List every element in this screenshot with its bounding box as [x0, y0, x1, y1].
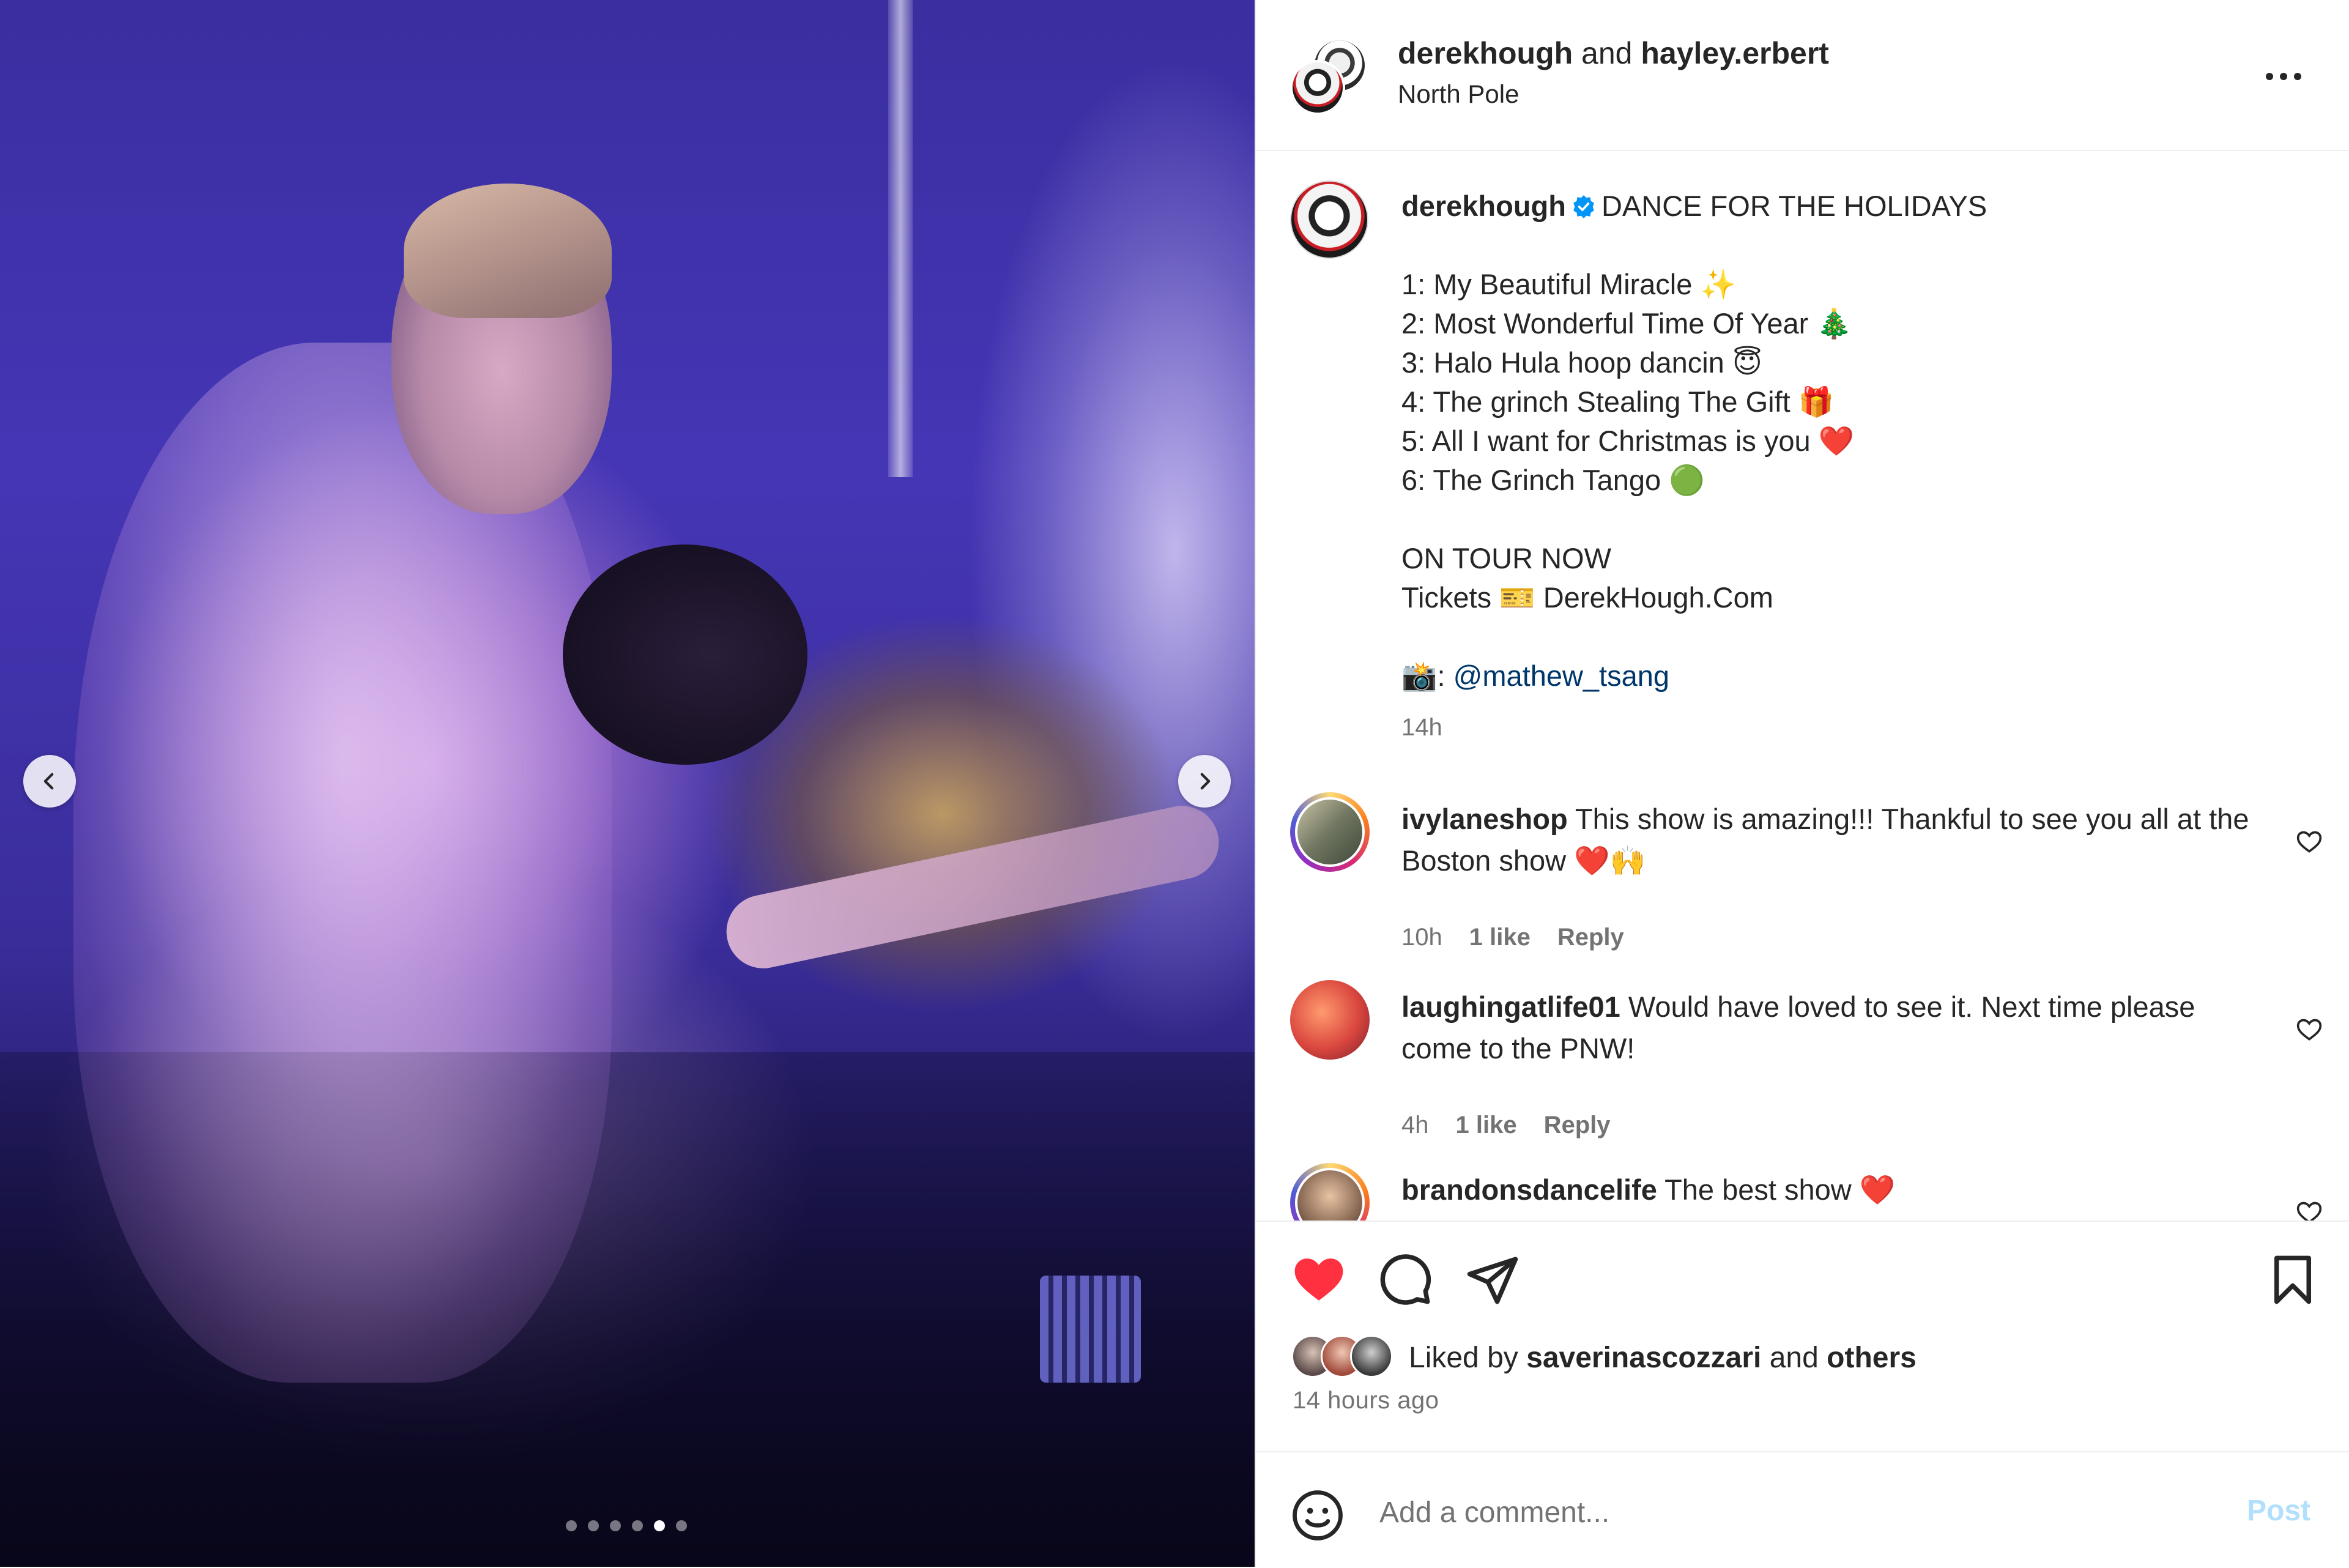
caption-list-item: 2: Most Wonderful Time Of Year 🎄 [1401, 307, 1852, 340]
comment-body: The best show ❤️ [1664, 1173, 1896, 1206]
caption-list-item: 1: My Beautiful Miracle ✨ [1401, 268, 1736, 300]
emoji-smiley-icon[interactable] [1290, 1488, 1345, 1543]
caption-time: 14h [1401, 714, 1442, 741]
caption-username[interactable]: derekhough [1401, 190, 1566, 222]
post-actions: Liked by saverinascozzari and others 14 … [1256, 1221, 2349, 1452]
comment-time: 10h [1401, 924, 1442, 951]
carousel-dot [654, 1520, 665, 1531]
comment-text: ivylaneshop This show is amazing!!! Than… [1401, 798, 2258, 882]
comment-username[interactable]: brandonsdancelife [1401, 1173, 1657, 1206]
comment-composer: Post [1256, 1451, 2349, 1568]
liked-by-avatars [1291, 1335, 1408, 1378]
comment-meta: 4h 1 like Reply [1401, 1112, 1611, 1139]
liked-by-text[interactable]: Liked by saverinascozzari and others [1409, 1341, 1917, 1375]
carousel-prev-button[interactable] [23, 755, 76, 808]
more-horizontal-icon [2266, 73, 2301, 80]
post-header: derekhough and hayley.erbert North Pole [1256, 0, 2349, 151]
like-comment-heart-icon[interactable] [2296, 1200, 2323, 1221]
avatar[interactable] [1290, 792, 1370, 872]
comment-time: 4h [1401, 1112, 1429, 1139]
caption-list-item: 5: All I want for Christmas is you ❤️ [1401, 425, 1855, 457]
stage-pole [888, 0, 913, 477]
author-link[interactable]: hayley.erbert [1641, 36, 1829, 70]
save-bookmark-icon[interactable] [2265, 1252, 2320, 1307]
liked-by-conjunction: and [1769, 1342, 1819, 1374]
carousel-dot [588, 1520, 599, 1531]
caption-list-item: 6: The Grinch Tango 🟢 [1401, 464, 1705, 496]
avatar [1290, 60, 1345, 115]
avatar[interactable] [1290, 180, 1368, 259]
comments-scroll-area[interactable]: derekhough DANCE FOR THE HOLIDAYS 1: My B… [1256, 150, 2349, 1221]
more-options-button[interactable] [2265, 56, 2302, 81]
comment-username[interactable]: laughingatlife01 [1401, 990, 1620, 1023]
mention-link[interactable]: @mathew_tsang [1453, 660, 1669, 692]
led-panel [1040, 1276, 1141, 1383]
carousel-indicator [566, 1520, 687, 1531]
liked-by-prefix: Liked by [1409, 1342, 1518, 1374]
like-comment-heart-icon[interactable] [2296, 829, 2323, 856]
caption-tour-line: ON TOUR NOW [1401, 542, 1611, 574]
caption-list-item: 4: The grinch Stealing The Gift 🎁 [1401, 385, 1835, 418]
partner-arm [719, 799, 1226, 975]
caption-credit-prefix: 📸: [1401, 660, 1453, 692]
partner-head [563, 544, 807, 765]
share-send-icon[interactable] [1465, 1252, 1520, 1307]
author-conjunction: and [1581, 36, 1633, 70]
chevron-left-icon [43, 773, 54, 790]
chevron-right-icon [1200, 773, 1211, 790]
like-comment-heart-icon[interactable] [2296, 1017, 2323, 1044]
post-side-panel: derekhough and hayley.erbert North Pole … [1255, 0, 2349, 1567]
post-photo[interactable] [0, 0, 1255, 1567]
collab-avatars[interactable] [1290, 38, 1367, 115]
verified-badge-icon [1573, 195, 1594, 218]
carousel-next-button[interactable] [1178, 755, 1231, 808]
avatar[interactable] [1290, 1163, 1370, 1221]
comment-input[interactable] [1378, 1484, 2176, 1540]
caption-title: DANCE FOR THE HOLIDAYS [1601, 190, 1987, 222]
comment-reply-button[interactable]: Reply [1557, 924, 1624, 951]
comment-likes-link[interactable]: 1 like [1469, 924, 1531, 951]
carousel-dot [632, 1520, 643, 1531]
avatar [1350, 1335, 1393, 1378]
post-timestamp: 14 hours ago [1293, 1387, 1439, 1414]
comment-bubble-icon[interactable] [1378, 1252, 1433, 1307]
dancer-hair [404, 184, 612, 318]
avatar[interactable] [1290, 980, 1370, 1060]
comment-text: laughingatlife01 Would have loved to see… [1401, 986, 2258, 1069]
liked-by-user-link[interactable]: saverinascozzari [1526, 1342, 1761, 1374]
carousel-dot [610, 1520, 621, 1531]
caption-text: derekhough DANCE FOR THE HOLIDAYS 1: My B… [1401, 187, 2258, 747]
location-link[interactable]: North Pole [1398, 80, 1519, 109]
liked-by-others-link[interactable]: others [1827, 1342, 1917, 1374]
caption-tickets-line: Tickets 🎫 DerekHough.Com [1401, 581, 1773, 614]
author-link[interactable]: derekhough [1398, 36, 1573, 70]
post-comment-button[interactable]: Post [2247, 1494, 2310, 1528]
comment-reply-button[interactable]: Reply [1544, 1112, 1611, 1139]
comment-text: brandonsdancelife The best show ❤️ [1401, 1169, 2258, 1211]
comment-username[interactable]: ivylaneshop [1401, 803, 1568, 835]
like-heart-icon[interactable] [1291, 1252, 1346, 1307]
comment-meta: 10h 1 like Reply [1401, 924, 1624, 951]
comment-likes-link[interactable]: 1 like [1456, 1112, 1517, 1139]
post-authors: derekhough and hayley.erbert [1398, 35, 1829, 71]
carousel-dot [676, 1520, 687, 1531]
caption-list-item: 3: Halo Hula hoop dancin 😇 [1401, 346, 1762, 379]
carousel-dot [566, 1520, 577, 1531]
